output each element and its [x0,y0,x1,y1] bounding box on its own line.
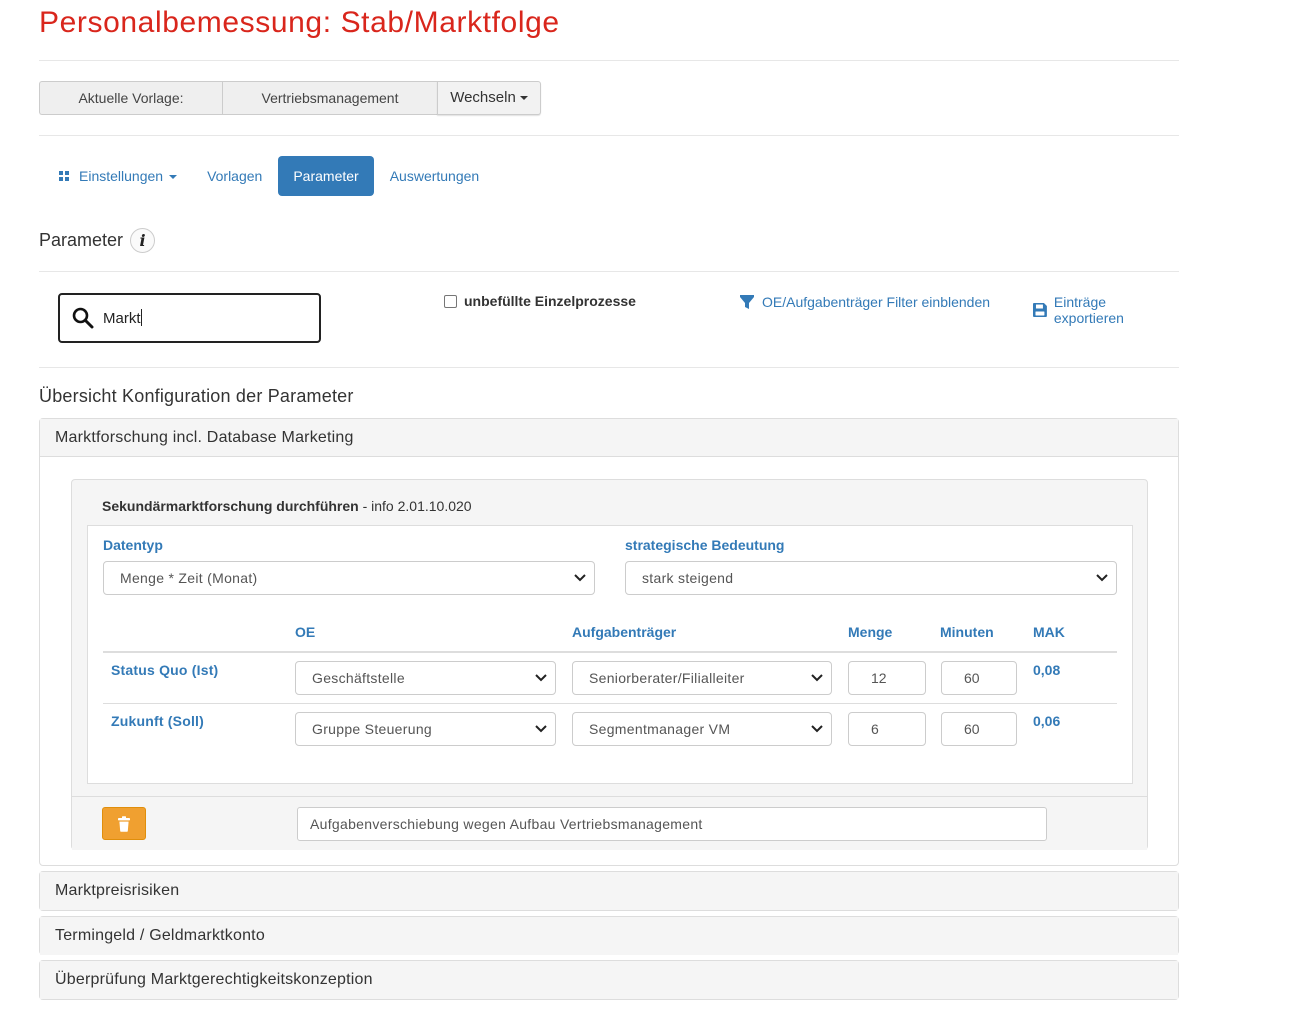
parameter-heading-text: Parameter [39,230,124,250]
filter-toggle-link[interactable]: OE/Aufgabenträger Filter einblenden [739,294,990,310]
bedeutung-value: stark steigend [642,570,734,586]
tab-parameter[interactable]: Parameter [278,156,374,196]
divider [39,60,1179,61]
minuten-input-ist[interactable]: 60 [941,661,1017,695]
minuten-input-soll[interactable]: 60 [941,712,1017,746]
oe-select-ist[interactable]: Geschäftstelle [295,661,556,695]
traeger-select-ist[interactable]: Seniorberater/Filialleiter [572,661,832,695]
oe-value: Geschäftstelle [312,670,405,686]
group-panel-marktpreisrisiken: Marktpreisrisiken [39,871,1179,911]
group-header[interactable]: Termingeld / Geldmarktkonto [40,917,1178,955]
info-icon[interactable]: i [130,228,156,253]
menge-input-soll[interactable]: 6 [848,712,926,746]
chevron-down-icon [535,725,547,733]
chevron-down-icon [574,574,586,582]
col-oe: OE [295,624,316,640]
bedeutung-label: strategische Bedeutung [625,537,785,553]
checkbox-box[interactable] [444,294,457,308]
filter-icon [740,295,754,309]
divider [39,271,1179,272]
group-panel-marktforschung: Marktforschung incl. Database Marketing … [39,418,1179,866]
current-template-value: Vertriebsmanagement [222,81,437,115]
trash-icon [118,815,130,832]
search-value: Markt [103,309,142,327]
overview-heading: Übersicht Konfiguration der Parameter [39,386,354,406]
row-label-soll: Zukunft (Soll) [111,713,205,729]
caret-down-icon [519,96,528,101]
search-input[interactable]: Markt [58,293,321,343]
oe-select-soll[interactable]: Gruppe Steuerung [295,712,556,746]
grid-icon [59,171,70,182]
unfilled-processes-label: unbefüllte Einzelprozesse [464,293,636,309]
chevron-down-icon [535,674,547,682]
process-body: Datentyp Menge * Zeit (Monat) strategisc… [87,525,1133,784]
traeger-value: Seniorberater/Filialleiter [589,670,745,686]
chevron-down-icon [1096,574,1108,582]
process-title: Sekundärmarktforschung durchführen - inf… [102,498,472,514]
mak-value-ist: 0,08 [1033,662,1061,678]
datentyp-label: Datentyp [103,537,163,553]
col-menge: Menge [848,624,893,640]
process-card: Sekundärmarktforschung durchführen - inf… [71,479,1148,850]
group-header[interactable]: Marktforschung incl. Database Marketing [40,419,1178,457]
group-panel-marktgerechtigkeit: Überprüfung Marktgerechtigkeitskonzeptio… [39,960,1179,1000]
floppy-icon [1033,303,1047,317]
traeger-select-soll[interactable]: Segmentmanager VM [572,712,832,746]
page-title: Personalbemessung: Stab/Marktfolge [39,6,560,39]
group-panel-termingeld: Termingeld / Geldmarktkonto [39,916,1179,955]
switch-template-button[interactable]: Wechseln [437,81,541,115]
col-minuten: Minuten [940,624,994,640]
group-header[interactable]: Marktpreisrisiken [40,872,1178,910]
chevron-down-icon [811,725,823,733]
menge-input-ist[interactable]: 12 [848,661,926,695]
parameter-heading: Parameter i [39,228,156,253]
export-link[interactable]: Einträge exportieren [1033,294,1179,326]
datentyp-value: Menge * Zeit (Monat) [120,570,258,586]
switch-template-label: Wechseln [450,89,516,106]
chevron-down-icon [811,674,823,682]
tab-einstellungen[interactable]: Einstellungen [39,156,191,196]
datentyp-select[interactable]: Menge * Zeit (Monat) [103,561,595,595]
filter-toggle-label: OE/Aufgabenträger Filter einblenden [762,294,991,310]
tab-auswertungen[interactable]: Auswertungen [374,156,496,196]
divider [39,367,1179,368]
tab-einstellungen-label: Einstellungen [79,168,164,184]
unfilled-processes-checkbox[interactable]: unbefüllte Einzelprozesse [444,293,636,309]
oe-value: Gruppe Steuerung [312,721,432,737]
comment-input[interactable]: Aufgabenverschiebung wegen Aufbau Vertri… [297,807,1047,841]
process-footer: Aufgabenverschiebung wegen Aufbau Vertri… [72,796,1147,850]
row-label-ist: Status Quo (Ist) [111,662,219,678]
export-label: Einträge exportieren [1053,294,1124,326]
delete-button[interactable] [102,807,146,840]
bedeutung-select[interactable]: stark steigend [625,561,1117,595]
current-template-label: Aktuelle Vorlage: [39,81,222,115]
col-mak: MAK [1033,624,1065,640]
tab-vorlagen[interactable]: Vorlagen [191,156,278,196]
group-header[interactable]: Überprüfung Marktgerechtigkeitskonzeptio… [40,961,1178,999]
mak-value-soll: 0,06 [1033,713,1061,729]
row-divider [103,703,1117,704]
divider [39,135,1179,136]
table-header-line [103,651,1117,653]
col-aufgabentraeger: Aufgabenträger [572,624,677,640]
search-icon [72,307,94,329]
traeger-value: Segmentmanager VM [589,721,731,737]
nav-tabs: Einstellungen Vorlagen Parameter Auswert… [39,156,495,196]
caret-down-icon [169,175,178,180]
template-selector: Aktuelle Vorlage: Vertriebsmanagement We… [39,81,541,115]
